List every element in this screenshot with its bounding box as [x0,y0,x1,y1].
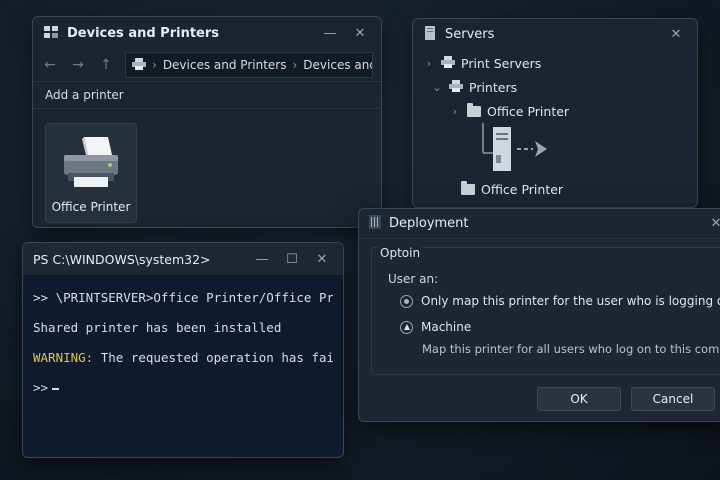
folder-icon [467,102,481,117]
breadcrumb-separator: › [152,58,157,72]
radio-label: Machine [421,320,472,334]
chevron-down-icon[interactable]: ⌄ [431,81,443,94]
tree-item-print-servers[interactable]: › Print Servers [423,51,687,75]
minimize-button[interactable]: — [319,26,341,41]
maximize-button[interactable]: ☐ [281,252,303,267]
tree-item-office-printer[interactable]: › Office Printer [423,99,687,123]
breadcrumb-separator: › [292,58,298,72]
chevron-right-icon[interactable]: › [423,57,435,70]
close-button[interactable]: ✕ [311,252,333,267]
tree-connector-graphic [423,123,687,177]
servers-window: Servers ✕ › Print Servers ⌄ Printers › O… [412,18,698,208]
user-label: User an: [388,272,439,286]
nav-bar: ← → ↑ › Devices and Printers › Devices a… [33,49,381,81]
forward-arrow-icon[interactable]: → [69,57,87,73]
cancel-button[interactable]: Cancel [631,387,715,411]
radio-machine[interactable]: Machine [380,320,716,334]
tree-label: Printers [469,79,518,95]
devices-printers-icon [43,25,59,42]
terminal-titlebar: PS C:\WINDOWS\system32> — ☐ ✕ [23,243,343,275]
text-cursor [52,387,60,390]
radio-selected-icon[interactable] [400,294,413,308]
group-title: Optoin [378,246,423,260]
up-arrow-icon[interactable]: ↑ [97,57,115,73]
tree-label: Office Printer [481,181,564,197]
minimize-button[interactable]: — [251,252,273,267]
terminal-title: PS C:\WINDOWS\system32> [33,251,211,267]
printer-icon [58,133,124,194]
devices-printers-window: Devices and Printers — ✕ ← → ↑ › Devices… [32,16,382,228]
devices-window-title: Devices and Printers [67,25,220,41]
radio-user-only[interactable]: Only map this printer for the user who i… [380,294,720,308]
close-button[interactable]: ✕ [349,26,371,41]
command-line: >> \PRINTSERVER>Office Printer/Office Pr… [33,290,333,305]
servers-window-title: Servers [445,26,495,42]
ok-button[interactable]: OK [537,387,621,411]
tree-label: Office Printer [487,103,570,119]
server-icon [423,25,437,43]
option-group: Optoin User an: Only map this printer fo… [371,246,720,375]
deployment-icon [369,215,381,232]
radio-label: Only map this printer for the user who i… [421,294,720,308]
prompt: >> [33,380,49,395]
warning-label: WARNING: [33,350,94,365]
terminal-output[interactable]: >> \PRINTSERVER>Office Printer/Office Pr… [23,275,343,411]
breadcrumb-item[interactable]: Devices and Printer [303,58,372,72]
tree-label: Print Servers [461,55,542,71]
breadcrumb-item[interactable]: Devices and Printers [163,58,287,72]
deployment-dialog: Deployment ✕ Optoin User an: Only map th… [358,208,720,422]
radio-warning-icon[interactable] [400,320,413,334]
tree-item-printers[interactable]: ⌄ Printers [423,75,687,99]
servers-titlebar: Servers ✕ [413,19,697,49]
powershell-window: PS C:\WINDOWS\system32> — ☐ ✕ >> \PRINTS… [22,242,344,458]
warning-line: WARNING: The requested operation has fai… [33,343,333,373]
office-printer-tile[interactable]: Office Printer [45,123,137,223]
server-connection-icon [482,123,547,171]
deployment-titlebar: Deployment ✕ [359,209,720,239]
tile-label: Office Printer [51,200,131,214]
close-button[interactable]: ✕ [705,216,720,231]
address-bar[interactable]: › Devices and Printers › Devices and Pri… [125,52,373,78]
warning-text: The requested operation has fail [93,350,333,365]
printer-folder-icon [449,79,463,95]
command-bar: Add a printer [33,81,381,109]
printer-small-icon [132,57,146,73]
add-printer-button[interactable]: Add a printer [45,88,124,102]
close-button[interactable]: ✕ [665,27,687,42]
server-tree: › Print Servers ⌄ Printers › Office Prin… [413,49,697,203]
folder-icon [461,180,475,195]
dialog-buttons: OK Cancel [537,387,715,411]
devices-titlebar: Devices and Printers — ✕ [33,17,381,49]
output-line: Shared printer has been installed [33,320,282,335]
print-server-icon [441,55,455,71]
prompt-line: >> [33,373,333,403]
deployment-title: Deployment [389,216,469,231]
back-arrow-icon[interactable]: ← [41,57,59,73]
tree-item-office-printer[interactable]: Office Printer [423,177,687,201]
machine-description: Map this printer for all users who log o… [422,342,720,356]
chevron-right-icon[interactable]: › [449,105,461,118]
